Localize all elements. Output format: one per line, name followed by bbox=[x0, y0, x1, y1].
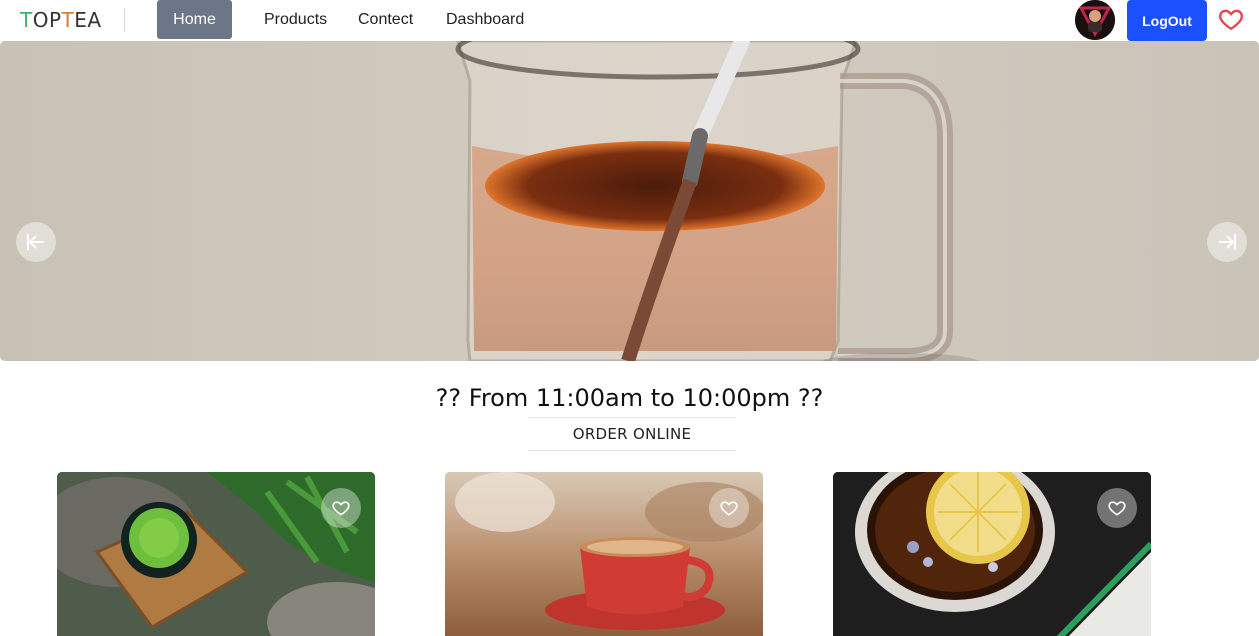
order-online-link[interactable]: ORDER ONLINE bbox=[528, 417, 736, 451]
hero-carousel bbox=[0, 41, 1259, 361]
nav-link-home[interactable]: Home bbox=[157, 0, 232, 39]
carousel-prev-button[interactable] bbox=[16, 222, 56, 262]
carousel-next-button[interactable] bbox=[1207, 222, 1247, 262]
logo-letter: EA bbox=[74, 8, 102, 32]
product-card-matcha[interactable] bbox=[57, 472, 375, 636]
favorite-button[interactable] bbox=[709, 488, 749, 528]
favorite-button[interactable] bbox=[1097, 488, 1137, 528]
nav-link-dashboard[interactable]: Dashboard bbox=[446, 0, 524, 39]
logo-letter: T bbox=[61, 8, 75, 32]
heart-outline-icon bbox=[720, 501, 738, 516]
product-card-lemon-tea[interactable] bbox=[833, 472, 1151, 636]
heart-outline-icon bbox=[1108, 501, 1126, 516]
hero-tea-mug-image bbox=[0, 41, 1259, 361]
nav-link-contect[interactable]: Contect bbox=[358, 0, 413, 39]
arrow-right-to-line-icon bbox=[1219, 234, 1236, 250]
opening-hours-text: ?? From 11:00am to 10:00pm ?? bbox=[435, 384, 824, 412]
nav-divider bbox=[124, 8, 125, 32]
favorite-button[interactable] bbox=[321, 488, 361, 528]
logo-letter: T bbox=[20, 8, 33, 32]
arrow-left-to-line-icon bbox=[27, 234, 44, 250]
product-card-coffee[interactable] bbox=[445, 472, 763, 636]
nav-link-products[interactable]: Products bbox=[264, 0, 327, 39]
avatar-image bbox=[1075, 0, 1115, 40]
top-navbar: TOPTEA Home Products Contect Dashboard L… bbox=[0, 0, 1259, 41]
favorites-heart-icon[interactable] bbox=[1218, 6, 1244, 32]
logo-letter: OP bbox=[32, 8, 62, 32]
site-logo[interactable]: TOPTEA bbox=[20, 8, 102, 32]
logout-button[interactable]: LogOut bbox=[1127, 0, 1207, 41]
heart-outline-icon bbox=[332, 501, 350, 516]
user-avatar[interactable] bbox=[1075, 0, 1115, 40]
